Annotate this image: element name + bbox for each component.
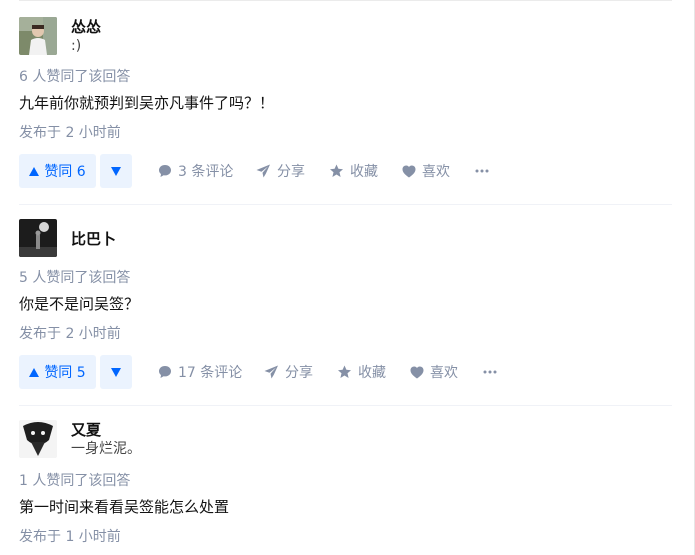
- triangle-up-icon: [29, 166, 40, 176]
- like-label: 喜欢: [430, 365, 458, 381]
- more-icon: [475, 169, 489, 173]
- comment-icon: [159, 366, 171, 378]
- author-info: 又夏 一身烂泥。: [19, 420, 672, 460]
- answer-content[interactable]: 第一时间来看看吴签能怎么处置: [19, 496, 229, 518]
- author-headline: 一身烂泥。: [71, 441, 141, 457]
- heart-icon: [402, 165, 416, 177]
- top-divider: [19, 0, 672, 1]
- action-bar: 赞同 6 3 条评论 分享 收藏 喜欢: [19, 154, 672, 188]
- triangle-up-icon: [29, 367, 40, 377]
- heart-icon: [410, 366, 424, 378]
- triangle-down-icon: [111, 166, 121, 176]
- star-icon: [338, 365, 351, 378]
- answer-content[interactable]: 你是不是问吴签？: [19, 293, 139, 315]
- share-label: 分享: [285, 365, 313, 381]
- publish-time[interactable]: 发布于 1 小时前: [19, 528, 121, 546]
- comment-label: 17 条评论: [178, 365, 243, 381]
- comment-label: 3 条评论: [178, 164, 234, 180]
- answer-divider: [19, 204, 672, 205]
- downvote-button[interactable]: [100, 355, 132, 389]
- publish-time[interactable]: 发布于 2 小时前: [19, 325, 121, 343]
- upvote-button[interactable]: 赞同 5: [19, 355, 96, 389]
- like-label: 喜欢: [422, 164, 450, 180]
- comment-icon: [159, 165, 171, 177]
- triangle-down-icon: [111, 367, 121, 377]
- answer-item: 又夏 一身烂泥。 1 人赞同了该回答 第一时间来看看吴签能怎么处置 发布于 1 …: [19, 420, 672, 545]
- like-button[interactable]: 喜欢: [410, 355, 458, 389]
- author-name[interactable]: 比巴卜: [71, 229, 116, 249]
- star-icon: [330, 164, 343, 177]
- author-headline: :): [71, 38, 82, 54]
- author-name[interactable]: 怂怂: [71, 17, 101, 37]
- author-info: 比巴卜: [19, 219, 672, 259]
- answer-divider: [19, 405, 672, 406]
- publish-time[interactable]: 发布于 2 小时前: [19, 124, 121, 142]
- share-button[interactable]: 分享: [264, 355, 313, 389]
- share-icon: [264, 365, 278, 379]
- more-button[interactable]: [483, 355, 497, 389]
- collect-label: 收藏: [350, 164, 378, 180]
- upvote-button[interactable]: 赞同 6: [19, 154, 96, 188]
- answer-item: 比巴卜 5 人赞同了该回答 你是不是问吴签？ 发布于 2 小时前 赞同 5 17…: [19, 219, 672, 389]
- more-icon: [483, 370, 497, 374]
- upvote-label: 赞同 6: [44, 164, 86, 180]
- downvote-button[interactable]: [100, 154, 132, 188]
- author-info: 怂怂 :): [19, 17, 672, 57]
- answer-item: 怂怂 :) 6 人赞同了该回答 九年前你就预判到吴亦凡事件了吗？！ 发布于 2 …: [19, 17, 672, 188]
- avatar[interactable]: [19, 219, 57, 257]
- avatar[interactable]: [19, 420, 57, 458]
- collect-button[interactable]: 收藏: [329, 154, 378, 188]
- author-name[interactable]: 又夏: [71, 420, 101, 440]
- share-label: 分享: [277, 164, 305, 180]
- comment-button[interactable]: 3 条评论: [158, 154, 233, 188]
- avatar[interactable]: [19, 17, 57, 55]
- comment-button[interactable]: 17 条评论: [158, 355, 242, 389]
- vote-count-text: 1 人赞同了该回答: [19, 473, 131, 489]
- vote-count-text: 6 人赞同了该回答: [19, 69, 131, 85]
- collect-button[interactable]: 收藏: [337, 355, 386, 389]
- more-button[interactable]: [475, 154, 489, 188]
- collect-label: 收藏: [358, 365, 386, 381]
- share-button[interactable]: 分享: [256, 154, 305, 188]
- vote-count-text: 5 人赞同了该回答: [19, 270, 131, 286]
- upvote-label: 赞同 5: [44, 365, 86, 381]
- action-bar: 赞同 5 17 条评论 分享 收藏 喜欢: [19, 355, 672, 389]
- share-icon: [256, 164, 270, 178]
- answer-content[interactable]: 九年前你就预判到吴亦凡事件了吗？！: [19, 92, 274, 114]
- like-button[interactable]: 喜欢: [402, 154, 450, 188]
